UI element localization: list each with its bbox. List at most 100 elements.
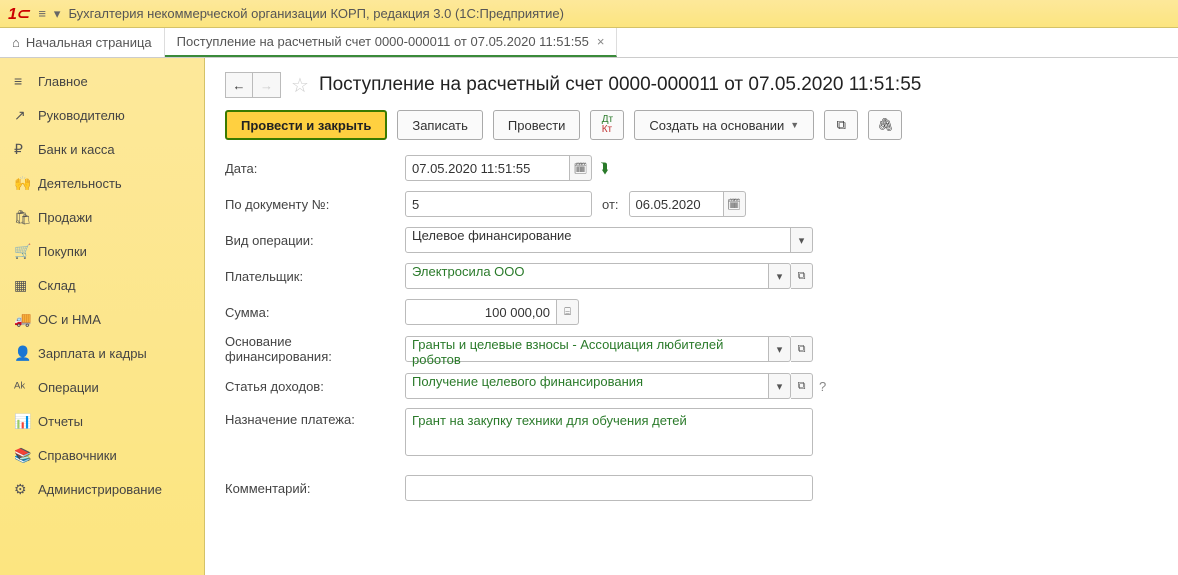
tree-icon: ⧉	[837, 117, 846, 133]
save-button[interactable]: Записать	[397, 110, 483, 140]
menu-icon[interactable]: ≡	[38, 6, 46, 21]
chevron-down-icon[interactable]: ▾	[769, 373, 791, 399]
sidebar-item-label: ОС и НМА	[38, 312, 101, 327]
dtkt-icon: ДᴛКᴛ	[602, 115, 613, 135]
sidebar: ≡Главное ↗Руководителю ₽Банк и касса 🙌Де…	[0, 58, 205, 575]
create-based-button[interactable]: Создать на основании▼	[634, 110, 814, 140]
purpose-textarea[interactable]: Грант на закупку техники для обучения де…	[405, 408, 813, 456]
list-icon: ≡	[14, 73, 38, 89]
optype-select[interactable]: Целевое финансирование	[405, 227, 791, 253]
chevron-down-icon[interactable]: ▾	[791, 227, 813, 253]
open-icon[interactable]: ⧉	[791, 336, 813, 362]
app-title: Бухгалтерия некоммерческой организации К…	[68, 6, 564, 21]
close-icon[interactable]: ×	[597, 34, 605, 49]
tab-document[interactable]: Поступление на расчетный счет 0000-00001…	[165, 28, 618, 57]
chevron-down-icon[interactable]: ▾	[769, 336, 791, 362]
nav-back-button[interactable]: ←	[225, 72, 253, 98]
sidebar-item-activity[interactable]: 🙌Деятельность	[0, 166, 204, 200]
sidebar-item-label: Руководителю	[38, 108, 125, 123]
post-button[interactable]: Провести	[493, 110, 581, 140]
sidebar-item-label: Банк и касса	[38, 142, 115, 157]
hands-icon: 🙌	[14, 175, 38, 192]
sidebar-item-label: Главное	[38, 74, 88, 89]
sum-value[interactable]	[412, 300, 550, 324]
sidebar-item-main[interactable]: ≡Главное	[0, 64, 204, 98]
optype-label: Вид операции:	[225, 233, 405, 248]
toolbar: Провести и закрыть Записать Провести ДᴛК…	[225, 110, 1158, 140]
bag-icon: 🛍	[14, 209, 38, 226]
sidebar-item-label: Администрирование	[38, 482, 162, 497]
comment-value[interactable]	[412, 476, 806, 500]
sidebar-item-stock[interactable]: ▦Склад	[0, 268, 204, 302]
open-icon[interactable]: ⧉	[791, 263, 813, 289]
purpose-value: Грант на закупку техники для обучения де…	[412, 413, 687, 428]
calendar-icon[interactable]: 🗓	[724, 191, 746, 217]
dropdown-icon[interactable]: ▾	[54, 6, 61, 22]
comment-label: Комментарий:	[225, 481, 405, 496]
tab-home[interactable]: ⌂ Начальная страница	[0, 28, 165, 57]
app-logo: 1⊂	[8, 4, 28, 24]
sidebar-item-label: Покупки	[38, 244, 87, 259]
sidebar-item-purchases[interactable]: 🛒Покупки	[0, 234, 204, 268]
sidebar-item-label: Деятельность	[38, 176, 122, 191]
basis-value: Гранты и целевые взносы - Ассоциация люб…	[412, 337, 762, 361]
sidebar-item-catalogs[interactable]: 📚Справочники	[0, 438, 204, 472]
calculator-icon[interactable]: ⌸	[557, 299, 579, 325]
sidebar-item-admin[interactable]: ⚙Администрирование	[0, 472, 204, 506]
sidebar-item-label: Отчеты	[38, 414, 83, 429]
books-icon: 📚	[14, 447, 38, 464]
payer-label: Плательщик:	[225, 269, 405, 284]
chart-up-icon: ↗	[14, 107, 38, 124]
ruble-icon: ₽	[14, 141, 38, 158]
from-date-value[interactable]	[636, 192, 717, 216]
from-date-input[interactable]	[629, 191, 724, 217]
post-and-close-button[interactable]: Провести и закрыть	[225, 110, 387, 140]
tab-home-label: Начальная страница	[26, 35, 152, 50]
sidebar-item-bank[interactable]: ₽Банк и касса	[0, 132, 204, 166]
date-input[interactable]	[405, 155, 570, 181]
payer-select[interactable]: Электросила ООО	[405, 263, 769, 289]
create-based-label: Создать на основании	[649, 118, 784, 133]
sidebar-item-operations[interactable]: ᴬᵏОперации	[0, 370, 204, 404]
truck-icon: 🚚	[14, 311, 38, 328]
income-select[interactable]: Получение целевого финансирования	[405, 373, 769, 399]
home-icon: ⌂	[12, 35, 20, 50]
help-icon[interactable]: ?	[819, 379, 826, 394]
sum-label: Сумма:	[225, 305, 405, 320]
dtkt-button[interactable]: ДᴛКᴛ	[590, 110, 624, 140]
sidebar-item-sales[interactable]: 🛍Продажи	[0, 200, 204, 234]
comment-input[interactable]	[405, 475, 813, 501]
favorite-star-icon[interactable]: ☆	[291, 73, 309, 98]
date-label: Дата:	[225, 161, 405, 176]
sidebar-item-salary[interactable]: 👤Зарплата и кадры	[0, 336, 204, 370]
sidebar-item-label: Справочники	[38, 448, 117, 463]
sidebar-item-reports[interactable]: 📊Отчеты	[0, 404, 204, 438]
calendar-icon[interactable]: 🗓	[570, 155, 592, 181]
doc-header: ← → ☆ Поступление на расчетный счет 0000…	[225, 72, 1158, 98]
main-panel: ← → ☆ Поступление на расчетный счет 0000…	[205, 58, 1178, 575]
sidebar-item-manager[interactable]: ↗Руководителю	[0, 98, 204, 132]
docnum-input[interactable]	[405, 191, 592, 217]
app-titlebar: 1⊂ ≡ ▾ Бухгалтерия некоммерческой органи…	[0, 0, 1178, 28]
refresh-icon[interactable]: ⮯	[600, 160, 608, 177]
from-label: от:	[602, 197, 619, 212]
date-value[interactable]	[412, 156, 563, 180]
open-icon[interactable]: ⧉	[791, 373, 813, 399]
paperclip-icon: 🖇	[877, 117, 894, 133]
nav-forward-button[interactable]: →	[253, 72, 281, 98]
basis-select[interactable]: Гранты и целевые взносы - Ассоциация люб…	[405, 336, 769, 362]
related-docs-button[interactable]: ⧉	[824, 110, 858, 140]
income-value: Получение целевого финансирования	[412, 374, 762, 398]
sidebar-item-label: Склад	[38, 278, 76, 293]
chevron-down-icon[interactable]: ▾	[769, 263, 791, 289]
attach-button[interactable]: 🖇	[868, 110, 902, 140]
dtkt-small-icon: ᴬᵏ	[14, 379, 38, 395]
optype-value: Целевое финансирование	[412, 228, 784, 252]
cart-icon: 🛒	[14, 243, 38, 260]
sum-input[interactable]	[405, 299, 557, 325]
sidebar-item-assets[interactable]: 🚚ОС и НМА	[0, 302, 204, 336]
doc-title: Поступление на расчетный счет 0000-00001…	[319, 74, 921, 96]
docnum-label: По документу №:	[225, 197, 405, 212]
save-label: Записать	[412, 118, 468, 133]
docnum-value[interactable]	[412, 192, 585, 216]
